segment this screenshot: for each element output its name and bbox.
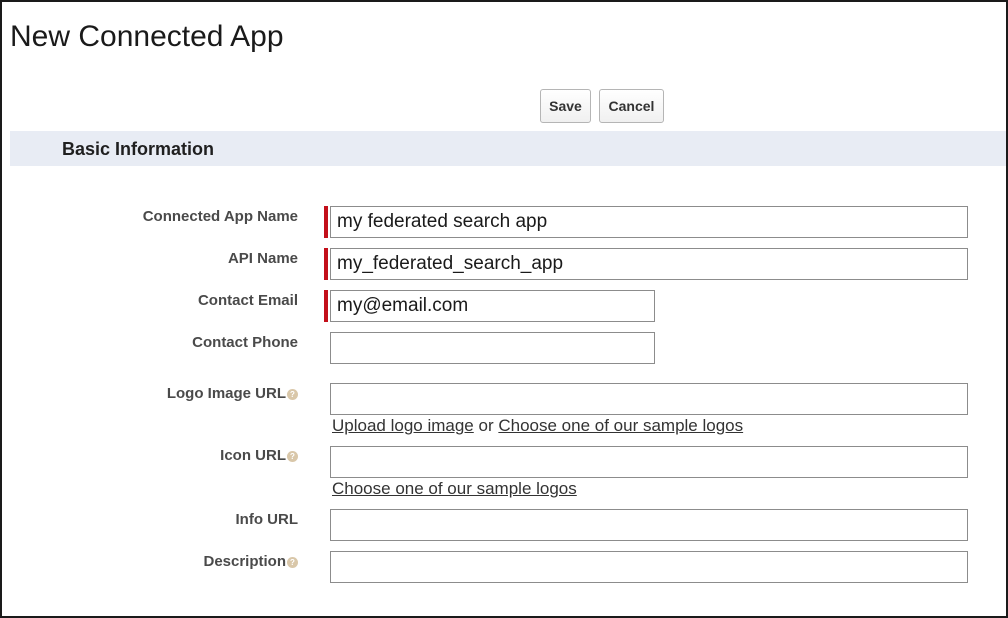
logo-image-url-input[interactable]: [330, 383, 968, 415]
help-icon[interactable]: ?: [287, 556, 298, 568]
contact-email-input[interactable]: my@email.com: [330, 290, 655, 322]
icon-url-label: Icon URL?: [220, 447, 298, 464]
section-header: Basic Information: [10, 131, 1006, 166]
required-indicator: [324, 290, 328, 322]
required-indicator: [324, 248, 328, 280]
page-title: New Connected App: [10, 20, 284, 53]
info-url-label-text: Info URL: [235, 511, 298, 528]
contact-email-label-text: Contact Email: [197, 292, 298, 309]
icon-sample-logos-link[interactable]: Choose one of our sample logos: [332, 479, 577, 498]
icon-url-label-text: Icon URL: [220, 447, 286, 464]
help-icon[interactable]: ?: [287, 388, 298, 400]
connected-app-name-input[interactable]: my federated search app: [330, 206, 968, 238]
api-name-label-text: API Name: [227, 250, 298, 267]
info-url-label: Info URL: [236, 511, 298, 528]
cancel-button[interactable]: Cancel: [599, 89, 664, 123]
contact-phone-label-text: Contact Phone: [192, 334, 298, 351]
section-title: Basic Information: [62, 139, 215, 159]
upload-logo-link[interactable]: Upload logo image: [332, 416, 474, 435]
contact-phone-label: Contact Phone: [192, 334, 298, 351]
sample-logos-link[interactable]: Choose one of our sample logos: [498, 416, 743, 435]
icon-url-input[interactable]: [330, 446, 968, 478]
contact-phone-input[interactable]: [330, 332, 655, 364]
or-text: or: [478, 416, 494, 435]
icon-links: Choose one of our sample logos: [332, 479, 577, 499]
info-url-input[interactable]: [330, 509, 968, 541]
connected-app-name-label-text: Connected App Name: [142, 208, 298, 225]
contact-email-label: Contact Email: [198, 292, 298, 309]
description-input[interactable]: [330, 551, 968, 583]
api-name-label: API Name: [228, 250, 298, 267]
required-indicator: [324, 206, 328, 238]
description-label-text: Description: [203, 553, 286, 570]
logo-links: Upload logo image or Choose one of our s…: [332, 416, 743, 436]
app-frame: New Connected App Save Cancel Basic Info…: [0, 0, 1008, 618]
logo-image-url-label-text: Logo Image URL: [166, 385, 286, 402]
help-icon[interactable]: ?: [287, 450, 298, 462]
connected-app-name-label: Connected App Name: [143, 208, 298, 225]
save-button[interactable]: Save: [540, 89, 591, 123]
api-name-input[interactable]: my_federated_search_app: [330, 248, 968, 280]
logo-image-url-label: Logo Image URL?: [167, 385, 298, 402]
description-label: Description?: [203, 553, 298, 570]
